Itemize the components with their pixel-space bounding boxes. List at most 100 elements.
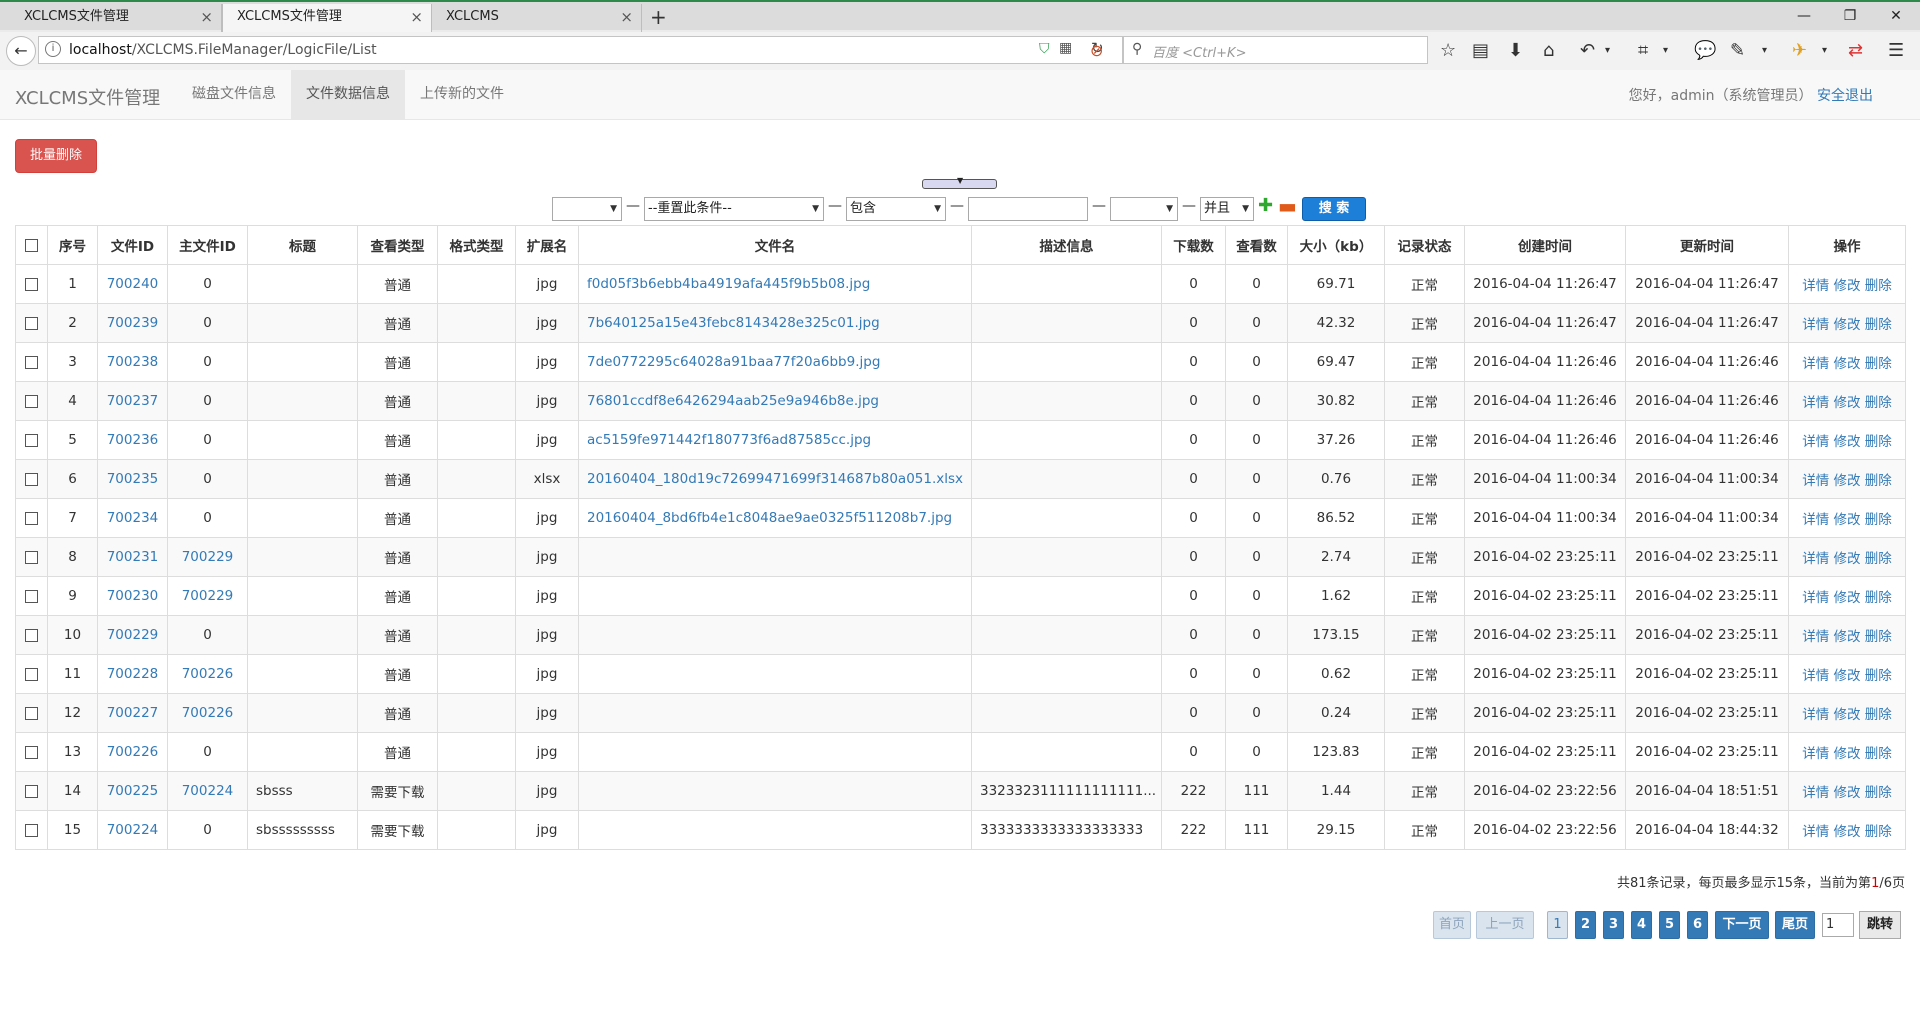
file-id-link[interactable]: 700235 — [107, 471, 159, 487]
row-select-cell-cell[interactable] — [15, 264, 48, 304]
browser-tab[interactable]: XCLCMS文件管理 × — [10, 4, 222, 32]
prev-page-button[interactable]: 上一页 — [1476, 911, 1534, 939]
delete-link[interactable]: 删除 — [1865, 707, 1892, 723]
file-id-link[interactable]: 700230 — [107, 588, 159, 604]
app-brand[interactable]: XCLCMS文件管理 — [15, 84, 160, 110]
details-link[interactable]: 详情 — [1802, 551, 1829, 567]
new-tab-button[interactable]: + — [650, 4, 667, 30]
page-button[interactable]: 6 — [1687, 911, 1708, 939]
parent-file-id[interactable]: 700229 — [182, 549, 234, 565]
file-id-link[interactable]: 700237 — [107, 393, 159, 409]
row-select-cell-cell[interactable] — [15, 498, 48, 538]
remove-condition-icon[interactable]: ▬ — [1278, 194, 1297, 218]
close-tab-icon[interactable]: × — [410, 4, 423, 30]
details-link[interactable]: 详情 — [1802, 317, 1829, 333]
next-page-button[interactable]: 下一页 — [1715, 911, 1769, 939]
extension-icon[interactable]: ✈ — [1792, 37, 1807, 65]
row-checkbox[interactable] — [25, 394, 38, 408]
field-select[interactable]: ▼ — [552, 197, 622, 221]
search-box[interactable]: ⚲ 百度 <Ctrl+K> — [1123, 36, 1428, 64]
file-id-link[interactable]: 700238 — [107, 354, 159, 370]
edit-link[interactable]: 修改 — [1834, 278, 1861, 294]
menu-icon[interactable]: ☰ — [1888, 37, 1904, 65]
chevron-down-icon[interactable]: ▾ — [1663, 37, 1668, 65]
jump-page-input[interactable]: 1 — [1822, 913, 1854, 937]
edit-link[interactable]: 修改 — [1834, 512, 1861, 528]
delete-link[interactable]: 删除 — [1865, 824, 1892, 840]
delete-link[interactable]: 删除 — [1865, 512, 1892, 528]
edit-link[interactable]: 修改 — [1834, 785, 1861, 801]
file-id-link[interactable]: 700234 — [107, 510, 159, 526]
page-button[interactable]: 2 — [1575, 911, 1596, 939]
row-select-cell-cell[interactable] — [15, 420, 48, 460]
chevron-down-icon[interactable]: ▾ — [1605, 37, 1610, 65]
delete-link[interactable]: 删除 — [1865, 785, 1892, 801]
close-tab-icon[interactable]: × — [620, 4, 633, 30]
condition-select[interactable]: --重置此条件-- ▼ — [644, 197, 824, 221]
details-link[interactable]: 详情 — [1802, 278, 1829, 294]
delete-link[interactable]: 删除 — [1865, 434, 1892, 450]
undo-icon[interactable]: ↶ — [1580, 37, 1595, 65]
edit-link[interactable]: 修改 — [1834, 434, 1861, 450]
row-select-cell-cell[interactable] — [15, 342, 48, 382]
page-button[interactable]: 5 — [1659, 911, 1680, 939]
file-name-link[interactable]: 7de0772295c64028a91baa77f20a6bb9.jpg — [587, 354, 880, 370]
extra-select[interactable]: ▼ — [1110, 197, 1178, 221]
brush-icon[interactable]: ✎ — [1730, 37, 1745, 65]
edit-link[interactable]: 修改 — [1834, 317, 1861, 333]
nav-file-data[interactable]: 文件数据信息 — [291, 70, 405, 119]
delete-link[interactable]: 删除 — [1865, 317, 1892, 333]
row-checkbox[interactable] — [25, 550, 38, 564]
row-checkbox[interactable] — [25, 706, 38, 720]
parent-file-id[interactable]: 700226 — [182, 705, 234, 721]
row-select-cell-cell[interactable] — [15, 771, 48, 811]
delete-link[interactable]: 删除 — [1865, 590, 1892, 606]
row-checkbox[interactable] — [25, 823, 38, 837]
shield-icon[interactable]: ⛉ — [1039, 41, 1050, 57]
row-checkbox[interactable] — [25, 667, 38, 681]
edit-link[interactable]: 修改 — [1834, 629, 1861, 645]
row-checkbox[interactable] — [25, 589, 38, 603]
row-select-cell-cell[interactable] — [15, 732, 48, 772]
row-checkbox[interactable] — [25, 511, 38, 525]
edit-link[interactable]: 修改 — [1834, 668, 1861, 684]
file-id-link[interactable]: 700229 — [107, 627, 159, 643]
edit-link[interactable]: 修改 — [1834, 824, 1861, 840]
jump-button[interactable]: 跳转 — [1859, 911, 1901, 939]
collapse-toggle-button[interactable]: ▼ — [922, 176, 997, 189]
sync-icon[interactable]: ⇄ — [1848, 37, 1863, 65]
browser-tab[interactable]: XCLCMS × — [432, 4, 642, 32]
row-checkbox[interactable] — [25, 316, 38, 330]
row-checkbox[interactable] — [25, 784, 38, 798]
window-close-icon[interactable]: ✕ — [1876, 4, 1916, 28]
delete-link[interactable]: 删除 — [1865, 668, 1892, 684]
row-checkbox[interactable] — [25, 628, 38, 642]
bookmark-star-icon[interactable]: ☆ — [1440, 37, 1456, 65]
row-select-cell-cell[interactable] — [15, 537, 48, 577]
home-icon[interactable]: ⌂ — [1543, 37, 1554, 65]
download-icon[interactable]: ⬇ — [1508, 37, 1523, 65]
close-tab-icon[interactable]: × — [200, 4, 213, 30]
row-select-cell-cell[interactable] — [15, 615, 48, 655]
row-checkbox[interactable] — [25, 355, 38, 369]
row-checkbox[interactable] — [25, 433, 38, 447]
row-select-cell-cell[interactable] — [15, 576, 48, 616]
chevron-down-icon[interactable]: ▾ — [1822, 37, 1827, 65]
address-bar[interactable]: i localhost/XCLCMS.FileManager/LogicFile… — [38, 36, 1123, 64]
edit-link[interactable]: 修改 — [1834, 395, 1861, 411]
details-link[interactable]: 详情 — [1802, 824, 1829, 840]
row-checkbox[interactable] — [25, 745, 38, 759]
delete-link[interactable]: 删除 — [1865, 395, 1892, 411]
details-link[interactable]: 详情 — [1802, 512, 1829, 528]
keyword-input[interactable] — [968, 197, 1088, 221]
details-link[interactable]: 详情 — [1802, 590, 1829, 606]
delete-link[interactable]: 删除 — [1865, 356, 1892, 372]
details-link[interactable]: 详情 — [1802, 395, 1829, 411]
nav-upload-file[interactable]: 上传新的文件 — [405, 70, 519, 119]
file-name-link[interactable]: ac5159fe971442f180773f6ad87585cc.jpg — [587, 432, 871, 448]
row-checkbox[interactable] — [25, 277, 38, 291]
operator-select[interactable]: 包含 ▼ — [846, 197, 946, 221]
chat-icon[interactable]: 💬 — [1694, 37, 1716, 65]
delete-link[interactable]: 删除 — [1865, 473, 1892, 489]
last-page-button[interactable]: 尾页 — [1775, 911, 1815, 939]
